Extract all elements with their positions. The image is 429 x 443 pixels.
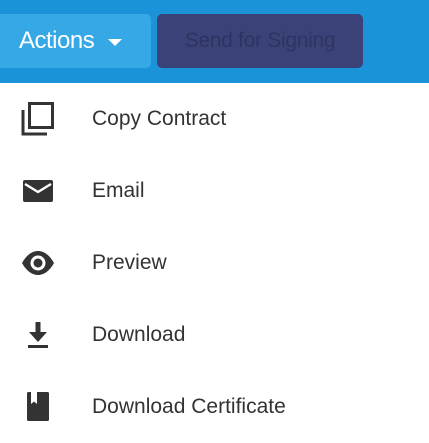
menu-item-preview[interactable]: Preview bbox=[0, 227, 429, 299]
actions-menu: Copy Contract Email Preview Download Dow… bbox=[0, 83, 429, 442]
email-icon bbox=[20, 173, 56, 209]
menu-item-email[interactable]: Email bbox=[0, 155, 429, 227]
menu-item-copy-contract[interactable]: Copy Contract bbox=[0, 83, 429, 155]
send-for-signing-label: Send for Signing bbox=[184, 29, 336, 52]
menu-item-label: Preview bbox=[92, 251, 167, 274]
menu-item-label: Download bbox=[92, 323, 186, 346]
caret-down-icon bbox=[108, 39, 123, 46]
eye-icon bbox=[20, 245, 56, 281]
send-for-signing-button[interactable]: Send for Signing bbox=[157, 14, 363, 68]
copy-icon bbox=[20, 101, 56, 137]
menu-item-label: Copy Contract bbox=[92, 107, 227, 130]
menu-item-download[interactable]: Download bbox=[0, 299, 429, 371]
menu-item-label: Email bbox=[92, 179, 145, 202]
menu-item-label: Download Certificate bbox=[92, 395, 286, 418]
toolbar: Actions Send for Signing bbox=[0, 0, 429, 83]
certificate-icon bbox=[20, 389, 56, 425]
menu-item-download-certificate[interactable]: Download Certificate bbox=[0, 371, 429, 443]
download-icon bbox=[20, 317, 56, 353]
actions-label: Actions bbox=[19, 27, 95, 54]
actions-dropdown-button[interactable]: Actions bbox=[0, 14, 151, 68]
